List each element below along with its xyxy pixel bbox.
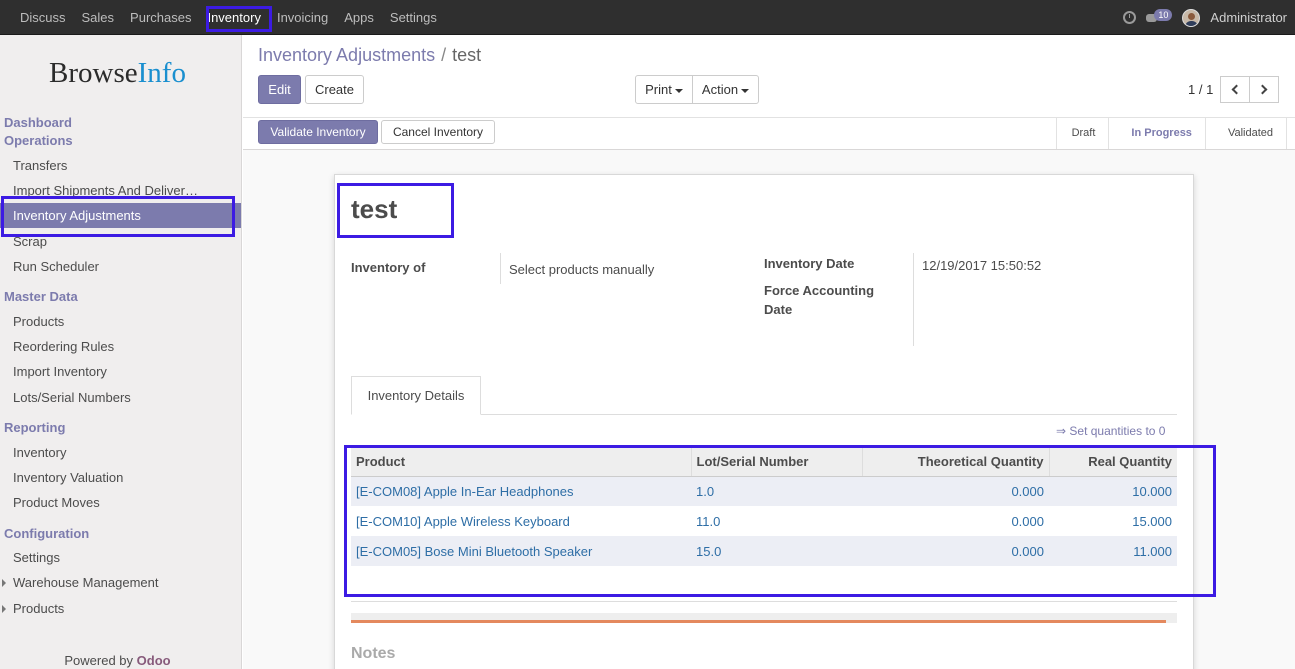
company-logo: BrowseInfo [49, 57, 186, 89]
action-dropdown[interactable]: Action [692, 75, 759, 104]
sidebar-item-settings[interactable]: Settings [13, 550, 60, 565]
pager-next-button[interactable] [1249, 76, 1279, 103]
sidebar-item-config-products[interactable]: Products [13, 601, 64, 616]
sidebar-item-inventory-valuation[interactable]: Inventory Valuation [13, 470, 123, 485]
user-avatar[interactable] [1182, 8, 1201, 27]
menu-settings[interactable]: Settings [382, 0, 445, 35]
inventory-date-value: 12/19/2017 15:50:52 [922, 258, 1042, 273]
field-divider [913, 253, 914, 346]
notes-label: Notes [351, 645, 396, 662]
table-highlight [344, 445, 1216, 597]
create-button[interactable]: Create [305, 75, 364, 104]
caret-down-icon [741, 88, 750, 93]
cancel-inventory-button[interactable]: Cancel Inventory [381, 120, 495, 144]
status-stages: Draft In Progress Validated [1055, 118, 1287, 149]
pager-value[interactable]: 1 / 1 [1188, 82, 1213, 97]
menu-purchases[interactable]: Purchases [122, 0, 199, 35]
breadcrumb: Inventory Adjustments / test [258, 45, 482, 65]
stage-in-progress[interactable]: In Progress [1109, 118, 1206, 149]
sidebar-item-warehouse-management[interactable]: Warehouse Management [13, 575, 159, 590]
tab-inventory-details[interactable]: Inventory Details [351, 376, 481, 415]
powered-by: Powered by Odoo [64, 653, 171, 668]
title-highlight [337, 183, 454, 238]
top-navbar: Discuss Sales Purchases Inventory Invoic… [0, 0, 1295, 35]
sidebar-section-master-data: Master Data [4, 289, 78, 304]
sidebar-item-import-inventory[interactable]: Import Inventory [13, 364, 107, 379]
menu-invoicing[interactable]: Invoicing [269, 0, 336, 35]
stage-draft[interactable]: Draft [1057, 118, 1110, 149]
sidebar-item-lots-serial-numbers[interactable]: Lots/Serial Numbers [13, 390, 131, 405]
scroll-progress-bar [351, 613, 1177, 623]
inventory-of-label: Inventory of [351, 260, 426, 275]
validate-inventory-button[interactable]: Validate Inventory [258, 120, 378, 144]
inventory-menu-highlight [206, 6, 272, 32]
chevron-right-icon [1257, 84, 1268, 95]
sidebar-item-product-moves[interactable]: Product Moves [13, 495, 100, 510]
inventory-adjustments-highlight [1, 196, 235, 237]
sidebar-item-reordering-rules[interactable]: Reordering Rules [13, 339, 114, 354]
messaging-button[interactable]: 10 [1146, 8, 1173, 22]
expand-caret-icon[interactable] [2, 579, 6, 587]
menu-apps[interactable]: Apps [336, 0, 382, 35]
inventory-date-label: Inventory Date [764, 256, 855, 271]
force-accounting-date-label: Force Accounting Date [764, 283, 875, 317]
inventory-of-value: Select products manually [509, 262, 655, 277]
sidebar-item-transfers[interactable]: Transfers [13, 158, 67, 173]
menu-discuss[interactable]: Discuss [12, 0, 74, 35]
caret-down-icon [674, 88, 683, 93]
sidebar-item-products[interactable]: Products [13, 314, 64, 329]
section-divider [351, 601, 1177, 602]
activity-clock-icon[interactable] [1123, 11, 1137, 24]
chevron-left-icon [1231, 84, 1242, 95]
menu-sales[interactable]: Sales [74, 0, 123, 35]
sidebar-item-scrap[interactable]: Scrap [13, 234, 47, 249]
breadcrumb-current: test [452, 45, 482, 65]
breadcrumb-parent[interactable]: Inventory Adjustments [258, 45, 435, 65]
sidebar-item-inventory-report[interactable]: Inventory [13, 445, 66, 460]
sidebar-section-operations: Operations [4, 133, 73, 148]
stage-validated[interactable]: Validated [1206, 118, 1287, 149]
message-count-badge: 10 [1154, 8, 1173, 21]
expand-caret-icon[interactable] [2, 605, 6, 613]
pager-previous-button[interactable] [1220, 76, 1250, 103]
sidebar-item-run-scheduler[interactable]: Run Scheduler [13, 259, 99, 274]
sidebar-section-dashboard[interactable]: Dashboard [4, 115, 72, 130]
sidebar-section-configuration: Configuration [4, 526, 90, 541]
set-quantities-to-zero-link[interactable]: ⇒ Set quantities to 0 [1056, 424, 1165, 438]
systray: 10 Administrator [1123, 0, 1287, 35]
edit-button[interactable]: Edit [258, 75, 301, 104]
user-menu[interactable]: Administrator [1210, 10, 1287, 25]
sidebar-section-reporting: Reporting [4, 420, 66, 435]
field-divider [500, 253, 501, 284]
print-dropdown[interactable]: Print [635, 75, 693, 104]
